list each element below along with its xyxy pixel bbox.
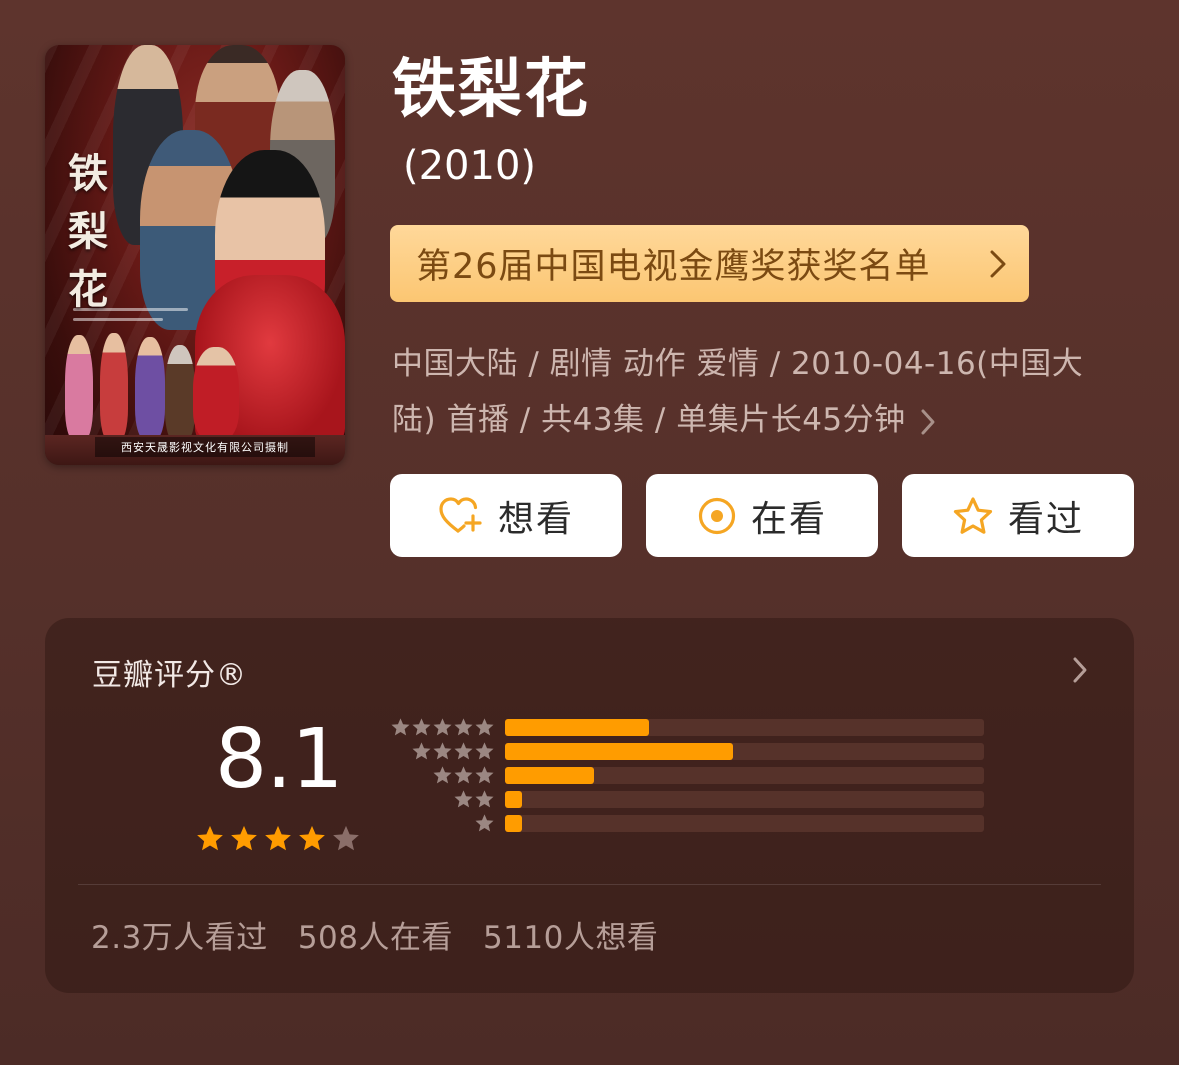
- want-button-label: 想看: [497, 498, 574, 540]
- star-small-icon: [433, 742, 452, 760]
- poster-figure: [65, 335, 93, 440]
- star-small-icon: [475, 790, 494, 808]
- watched-button-label: 看过: [1007, 498, 1084, 540]
- meta-line-2-row: 陆) 首播 / 共43集 / 单集片长45分钟: [392, 392, 1112, 448]
- star-small-icon: [433, 766, 452, 784]
- rating-title: 豆瓣评分®: [92, 658, 247, 693]
- poster-figure: [193, 347, 239, 439]
- star-small-icon: [391, 718, 410, 736]
- page-title: 铁梨花: [392, 53, 590, 127]
- distribution-bar-fill: [505, 815, 522, 832]
- distribution-bar-5: [505, 719, 984, 736]
- poster-figure: [100, 333, 128, 441]
- release-year: (2010): [403, 143, 537, 189]
- distribution-bar-fill: [505, 743, 733, 760]
- award-banner[interactable]: 第26届中国电视金鹰奖获奖名单: [390, 225, 1029, 302]
- rating-score: 8.1: [215, 712, 343, 807]
- watched-count[interactable]: 2.3万人看过: [91, 912, 268, 957]
- star-small-icon: [475, 766, 494, 784]
- meta-line-1: 中国大陆 / 剧情 动作 爱情 / 2010-04-16(中国大: [392, 346, 1084, 382]
- poster-figure: [165, 345, 195, 441]
- watching-button[interactable]: 在看: [646, 474, 878, 557]
- star-small-icon: [454, 742, 473, 760]
- star-filled-icon: [231, 825, 257, 851]
- divider: [78, 884, 1101, 885]
- want-count[interactable]: 5110人想看: [483, 912, 658, 957]
- distribution-stars-3: [385, 765, 495, 786]
- star-small-icon: [475, 742, 494, 760]
- star-small-icon: [454, 790, 473, 808]
- poster-figure: [135, 337, 165, 439]
- poster-company: 西安天晟影视文化有限公司摄制: [95, 437, 315, 457]
- distribution-bar-fill: [505, 767, 594, 784]
- heart-plus-icon: [439, 496, 482, 533]
- watched-button[interactable]: 看过: [902, 474, 1134, 557]
- star-filled-icon: [197, 825, 223, 851]
- chevron-right-icon: [990, 250, 1006, 278]
- star-small-icon: [433, 718, 452, 736]
- star-small-icon: [412, 742, 431, 760]
- star-filled-icon: [299, 825, 325, 851]
- distribution-bar-1: [505, 815, 984, 832]
- poster-image[interactable]: 铁梨花 西安天晟影视文化有限公司摄制: [45, 45, 345, 465]
- distribution-stars-2: [385, 789, 495, 810]
- distribution-stars-1: [385, 813, 495, 834]
- target-circle-icon: [698, 497, 736, 534]
- rating-card[interactable]: 豆瓣评分® 8.1 2.3万人看过 508人在看 5110人想看: [45, 618, 1134, 993]
- meta-line-2: 陆) 首播 / 共43集 / 单集片长45分钟: [392, 402, 906, 438]
- distribution-bar-2: [505, 791, 984, 808]
- want-button[interactable]: 想看: [390, 474, 622, 557]
- distribution-bar-3: [505, 767, 984, 784]
- star-outline-icon: [953, 496, 993, 534]
- chevron-right-icon[interactable]: [1072, 656, 1088, 684]
- watching-button-label: 在看: [750, 498, 827, 540]
- rating-stars: [195, 824, 361, 854]
- distribution-stars-5: [385, 717, 495, 738]
- star-filled-icon: [265, 825, 291, 851]
- chevron-right-icon: [921, 409, 935, 434]
- distribution-bar-fill: [505, 719, 649, 736]
- award-label: 第26届中国电视金鹰奖获奖名单: [416, 247, 931, 287]
- star-small-icon: [475, 814, 494, 832]
- poster-title: 铁梨花: [68, 150, 108, 313]
- star-small-icon: [412, 718, 431, 736]
- distribution-bar-fill: [505, 791, 522, 808]
- watching-count[interactable]: 508人在看: [298, 912, 453, 957]
- meta-info[interactable]: 中国大陆 / 剧情 动作 爱情 / 2010-04-16(中国大 陆) 首播 /…: [392, 336, 1112, 448]
- star-small-icon: [454, 766, 473, 784]
- star-empty-icon: [333, 825, 359, 851]
- audience-counts: 2.3万人看过 508人在看 5110人想看: [91, 912, 658, 957]
- distribution-stars-4: [385, 741, 495, 762]
- star-small-icon: [475, 718, 494, 736]
- distribution-bar-4: [505, 743, 984, 760]
- star-small-icon: [454, 718, 473, 736]
